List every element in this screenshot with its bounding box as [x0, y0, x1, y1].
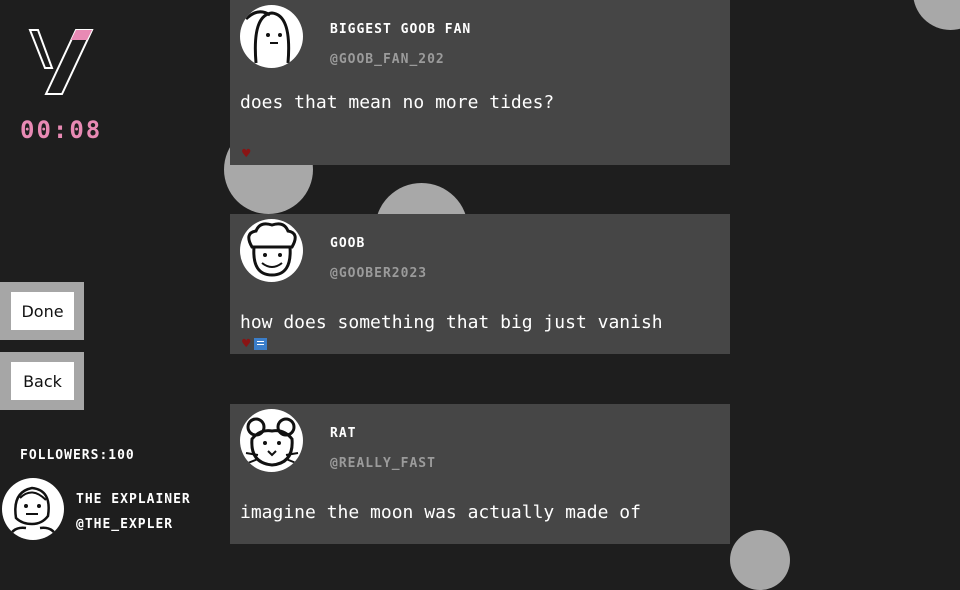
player-avatar	[2, 478, 64, 540]
heart-icon[interactable]: ♥	[242, 337, 250, 351]
done-button[interactable]: Done	[11, 292, 74, 330]
background-circle	[730, 530, 790, 590]
post-text: does that mean no more tides?	[240, 92, 555, 113]
back-button[interactable]: Back	[11, 362, 74, 400]
background-circle	[913, 0, 960, 30]
post-author-handle: @GOOB_FAN_202	[330, 52, 445, 67]
post-card: GOOB @GOOBER2023 how does something that…	[230, 214, 730, 354]
timer: 00:08	[20, 116, 103, 144]
post-card: RAT @REALLY_FAST imagine the moon was ac…	[230, 404, 730, 544]
ghost-face-icon	[244, 10, 291, 64]
back-button-frame: Back	[0, 352, 84, 410]
post-avatar[interactable]	[240, 409, 303, 472]
post-card: BIGGEST GOOB FAN @GOOB_FAN_202 does that…	[230, 0, 730, 165]
heart-icon[interactable]: ♥	[242, 147, 250, 161]
post-text: how does something that big just vanish	[240, 312, 663, 333]
post-avatar[interactable]	[240, 219, 303, 282]
post-author-name: BIGGEST GOOB FAN	[330, 22, 472, 37]
post-author-handle: @GOOBER2023	[330, 266, 428, 281]
player-name: THE EXPLAINER	[76, 492, 191, 507]
done-button-frame: Done	[0, 282, 84, 340]
player-handle: @THE_EXPLER	[76, 517, 174, 532]
post-actions: ♥	[242, 147, 250, 161]
post-actions: ♥	[242, 337, 268, 351]
followers-count: FOLLOWERS:100	[20, 448, 135, 463]
post-text: imagine the moon was actually made of	[240, 502, 641, 523]
post-author-name: GOOB	[330, 236, 366, 251]
post-author-handle: @REALLY_FAST	[330, 456, 436, 471]
post-author-name: RAT	[330, 426, 357, 441]
game-logo-icon	[28, 29, 94, 95]
chef-face-icon	[247, 222, 297, 277]
player-face-icon	[6, 486, 60, 540]
post-avatar[interactable]	[240, 5, 303, 68]
comment-icon[interactable]	[254, 338, 268, 350]
rat-face-icon	[245, 417, 299, 467]
